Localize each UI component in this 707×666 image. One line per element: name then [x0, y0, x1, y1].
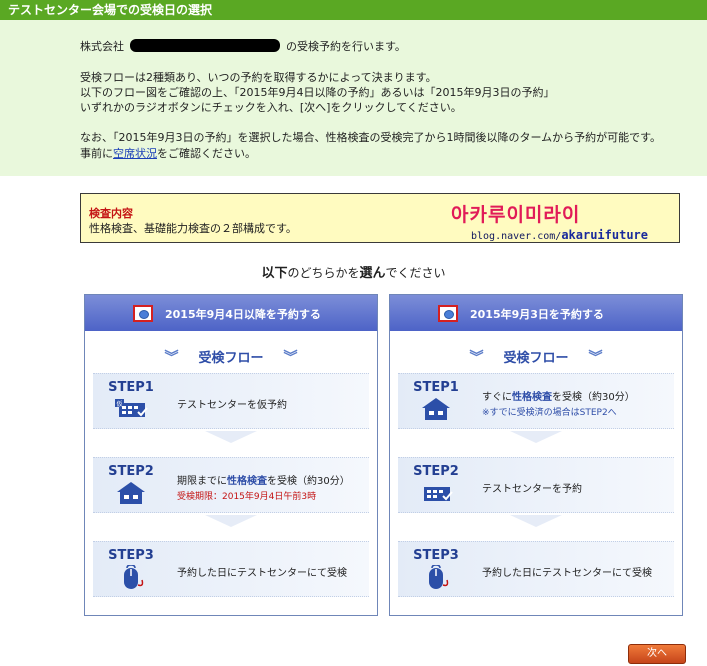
step-text: 予約した日にテストセンターにて受検 — [177, 568, 347, 579]
flow-step: STEP3 予約した日にテストセンターにて受検 — [398, 541, 674, 597]
mouse-icon — [124, 565, 144, 589]
flow-step: STEP2 テストセンターを予約 — [398, 457, 674, 513]
flow-arrow — [205, 515, 257, 527]
radio-button[interactable] — [438, 305, 458, 322]
step-number: STEP1 — [108, 380, 154, 395]
option-header[interactable]: 2015年9月3日を予約する — [390, 295, 682, 331]
flow-arrow — [510, 431, 562, 443]
step-text: すぐに性格検査を受検（約30分） ※すでに受検済の場合はSTEP2へ — [482, 392, 635, 418]
page-title: テストセンター会場での受検日の選択 — [0, 0, 707, 20]
intro-text-line: 事前に空席状況をご確認ください。 — [80, 147, 256, 160]
option-panel-sept4: 2015年9月4日以降を予約する ︾ 受検フロー ︾ STEP1 仮 テストセンター… — [84, 294, 378, 616]
step-text: 期限までに性格検査を受検（約30分） 受検期限：2015年9月4日午前3時 — [177, 476, 350, 502]
chevron-down-icon: ︾ — [469, 350, 484, 366]
option-label: 2015年9月4日以降を予約する — [165, 308, 321, 321]
svg-text:仮: 仮 — [117, 400, 123, 408]
flow-step: STEP1 すぐに性格検査を受検（約30分） ※すでに受検済の場合はSTEP2へ — [398, 373, 674, 429]
next-button[interactable]: 次へ — [628, 644, 686, 664]
note-text: ※すでに受検済の場合はSTEP2へ — [482, 408, 617, 418]
intro-text-line: なお、「2015年9月3日の予約」を選択した場合、性格検査の受検完了から1時間後… — [80, 131, 662, 144]
intro-text-line: いずれかのラジオボタンにチェックを入れ、[次へ]をクリックしてください。 — [80, 101, 462, 114]
step-number: STEP3 — [413, 548, 459, 563]
flow-arrow — [205, 431, 257, 443]
flow-title: ︾ 受検フロー ︾ — [85, 347, 377, 367]
watermark-text: 아카루이미라이 — [451, 204, 581, 226]
step-number: STEP2 — [413, 464, 459, 479]
intro-text-line: 受検フローは2種類あり、いつの予約を取得するかによって決まります。 — [80, 71, 437, 84]
option-panel-sept3: 2015年9月3日を予約する ︾ 受検フロー ︾ STEP1 すぐに性格検査を受検（… — [389, 294, 683, 616]
flow-step: STEP1 仮 テストセンターを仮予約 — [93, 373, 369, 429]
notice-body: 性格検査、基礎能力検査の２部構成です。 — [89, 222, 297, 235]
calendar-check-icon — [424, 487, 453, 501]
option-header[interactable]: 2015年9月4日以降を予約する — [85, 295, 377, 331]
flow-step: STEP2 期限までに性格検査を受検（約30分） 受検期限：2015年9月4日午… — [93, 457, 369, 513]
choose-instruction: 以下のどちらかを選んでください — [261, 266, 446, 281]
notice-title: 検査内容 — [89, 207, 133, 220]
intro-company-line: 株式会社 の受検予約を行います。 — [80, 39, 406, 53]
step-text: テストセンターを仮予約 — [177, 400, 287, 411]
calendar-check-icon: 仮 — [115, 399, 148, 417]
mouse-icon — [429, 565, 449, 589]
flow-arrow — [510, 515, 562, 527]
building-icon — [422, 398, 450, 420]
chevron-down-icon: ︾ — [588, 350, 603, 366]
step-number: STEP1 — [413, 380, 459, 395]
radio-button[interactable] — [133, 305, 153, 322]
intro-section: 株式会社 の受検予約を行います。 受検フローは2種類あり、いつの予約を取得するかに… — [0, 20, 707, 176]
exam-content-notice: 検査内容 性格検査、基礎能力検査の２部構成です。 아카루이미라이 blog.na… — [80, 193, 680, 243]
option-label: 2015年9月3日を予約する — [470, 308, 604, 321]
step-number: STEP2 — [108, 464, 154, 479]
flow-step: STEP3 予約した日にテストセンターにて受検 — [93, 541, 369, 597]
step-number: STEP3 — [108, 548, 154, 563]
intro-text-line: 以下のフロー図をご確認の上、「2015年9月4日以降の予約」あるいは「2015年… — [80, 86, 555, 99]
step-text: テストセンターを予約 — [482, 484, 582, 495]
availability-link[interactable]: 空席状況 — [113, 147, 157, 160]
watermark-url: blog.naver.com/akaruifuture — [471, 228, 649, 242]
deadline-text: 受検期限：2015年9月4日午前3時 — [177, 492, 317, 502]
redacted-company-name — [130, 39, 280, 52]
step-text: 予約した日にテストセンターにて受検 — [482, 568, 652, 579]
flow-title: ︾ 受検フロー ︾ — [390, 347, 682, 367]
chevron-down-icon: ︾ — [283, 350, 298, 366]
chevron-down-icon: ︾ — [164, 350, 179, 366]
building-icon — [117, 482, 145, 504]
